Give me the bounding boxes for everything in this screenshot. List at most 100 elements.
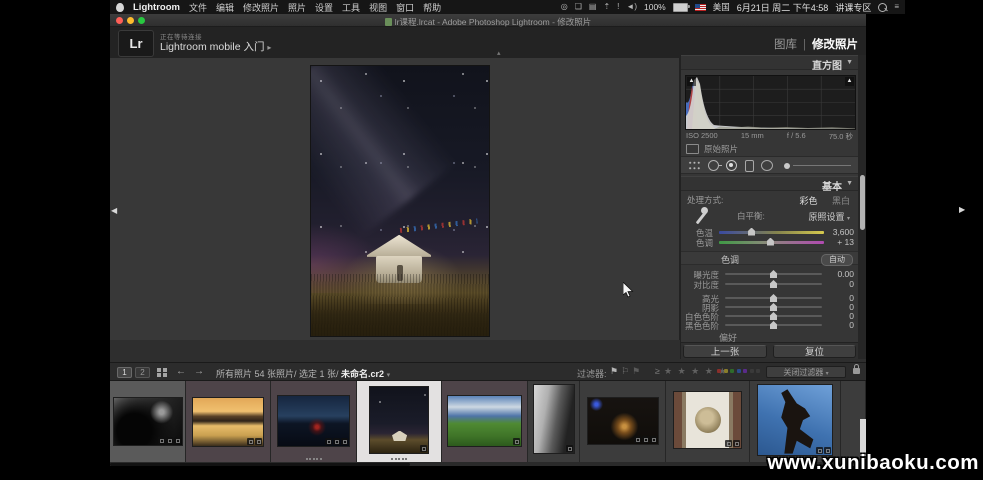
filmstrip-cell-7[interactable] <box>580 381 666 462</box>
histogram-panel-header[interactable]: 直方图 ▼ <box>681 55 858 70</box>
filmstrip-cell-5[interactable] <box>442 381 528 462</box>
color-label-none-1[interactable] <box>750 369 754 373</box>
treatment-bw-option[interactable]: 黑白 <box>832 196 850 206</box>
shadow-clipping-icon[interactable]: ▲ <box>687 77 696 86</box>
original-photo-row[interactable]: 原始照片 <box>686 143 738 155</box>
thumbnail-statue-silhouette[interactable] <box>758 385 832 455</box>
radial-filter-tool-icon[interactable] <box>761 160 773 171</box>
volume-icon[interactable]: ◄) <box>626 0 637 14</box>
upload-icon[interactable]: ⇡ <box>603 0 610 14</box>
previous-photo-arrow-icon[interactable]: ← <box>176 366 186 377</box>
histogram[interactable]: ▲ ▲ <box>685 75 856 130</box>
filmstrip-cell-3[interactable] <box>271 381 357 462</box>
left-panel-reveal-arrow[interactable]: ◀ <box>111 206 117 215</box>
module-develop[interactable]: 修改照片 <box>812 39 858 51</box>
module-library[interactable]: 图库 <box>774 39 797 51</box>
thumbnail-green-field[interactable] <box>448 396 521 446</box>
display-icon[interactable]: ▤ <box>589 0 597 14</box>
alert-icon[interactable]: ! <box>617 0 619 14</box>
status-icon-1[interactable]: ◎ <box>561 0 568 14</box>
thumbnail-dark-interior[interactable] <box>588 398 658 444</box>
highlight-clipping-icon[interactable]: ▲ <box>845 77 854 86</box>
filmstrip-cell-6[interactable] <box>528 381 580 462</box>
spot-removal-tool-icon[interactable] <box>708 160 719 171</box>
filmstrip-cell-9[interactable] <box>750 381 841 462</box>
filter-preset-dropdown[interactable]: 关闭过滤器 ▾ <box>766 366 846 378</box>
filmstrip-cell-2[interactable] <box>186 381 271 462</box>
grid-view-icon[interactable] <box>157 368 161 372</box>
color-label-red[interactable] <box>717 369 721 373</box>
apple-menu-icon[interactable] <box>116 3 124 12</box>
menu-file[interactable]: 文件 <box>189 1 207 14</box>
white-balance-preset[interactable]: 原照设置 ▾ <box>808 210 850 223</box>
temp-slider[interactable] <box>719 231 824 234</box>
flag-rejected-icon[interactable]: ⚑ <box>632 366 643 376</box>
menu-develop[interactable]: 修改照片 <box>243 1 279 14</box>
adjustment-brush-tool-icon[interactable] <box>784 163 790 169</box>
main-photo[interactable] <box>310 65 490 337</box>
flag-unflagged-icon[interactable]: ⚐ <box>621 366 632 376</box>
color-label-yellow[interactable] <box>724 369 728 373</box>
menu-tools[interactable]: 工具 <box>342 1 360 14</box>
menu-clock[interactable]: 6月21日 周二 下午4:58 <box>737 1 829 14</box>
right-panel-reveal-arrow[interactable]: ▶ <box>959 205 965 214</box>
color-label-purple[interactable] <box>743 369 747 373</box>
filmstrip-cell-1[interactable] <box>110 381 186 462</box>
right-panel-scrollbar-thumb[interactable] <box>860 175 865 230</box>
exposure-slider[interactable] <box>725 273 822 275</box>
highlights-slider[interactable] <box>725 297 822 299</box>
red-eye-tool-icon[interactable] <box>726 160 737 171</box>
thumbnail-bw-crowd[interactable] <box>114 398 182 445</box>
treatment-color-option[interactable]: 彩色 <box>799 196 817 206</box>
filmstrip-scrollbar[interactable] <box>110 462 866 466</box>
top-panel-collapse-icon[interactable]: ▴ <box>497 49 501 57</box>
contrast-slider[interactable] <box>725 283 822 285</box>
main-window-button[interactable]: 1 <box>117 367 132 378</box>
identity-plate[interactable]: Lightroom mobile 入门 ▸ <box>160 39 271 54</box>
color-label-none-2[interactable] <box>756 369 760 373</box>
crop-tool-icon[interactable] <box>688 160 701 171</box>
color-label-green[interactable] <box>730 369 734 373</box>
menu-help[interactable]: 帮助 <box>423 1 441 14</box>
color-label-blue[interactable] <box>737 369 741 373</box>
filmstrip-scrollbar-thumb[interactable] <box>110 463 410 466</box>
filter-lock-icon[interactable] <box>853 368 860 374</box>
share-zone-label[interactable]: 讲课专区 <box>835 1 871 14</box>
shadows-slider[interactable] <box>725 306 822 308</box>
menu-photo[interactable]: 照片 <box>288 1 306 14</box>
menu-settings[interactable]: 设置 <box>315 1 333 14</box>
reset-button[interactable]: 复位 <box>773 345 856 358</box>
menu-view[interactable]: 视图 <box>369 1 387 14</box>
input-source-label[interactable]: 美国 <box>713 1 730 13</box>
filmstrip-cell-selected[interactable] <box>357 381 442 462</box>
battery-icon[interactable] <box>673 3 688 12</box>
previous-button[interactable]: 上一张 <box>683 345 767 358</box>
menu-edit[interactable]: 编辑 <box>216 1 234 14</box>
thumbnail-night-cabin[interactable] <box>278 396 349 446</box>
auto-tone-button[interactable]: 自动 <box>821 254 853 266</box>
identity-play-icon[interactable]: ▸ <box>267 43 271 52</box>
filmstrip-cell-8[interactable] <box>666 381 750 462</box>
status-icon-2[interactable]: ❑ <box>575 0 582 14</box>
thumbnail-sunset-lake[interactable] <box>193 398 263 446</box>
flag-picked-icon[interactable]: ⚑ <box>610 366 621 376</box>
whites-slider[interactable] <box>725 315 822 317</box>
menu-window[interactable]: 窗口 <box>396 1 414 14</box>
histogram-collapse-icon[interactable]: ▼ <box>846 59 853 66</box>
graduated-filter-tool-icon[interactable] <box>745 160 754 172</box>
filmstrip-source-indicator[interactable]: 所有照片 54 张照片/ 选定 1 张/ 未命名.cr2 ▾ <box>216 367 390 380</box>
tint-slider[interactable] <box>719 241 824 244</box>
next-photo-arrow-icon[interactable]: → <box>194 366 204 377</box>
right-panel-scrollbar[interactable] <box>858 55 866 359</box>
menu-app-name[interactable]: Lightroom <box>133 2 180 13</box>
thumbnail-starry-yurt-selected[interactable] <box>370 387 428 453</box>
rating-operator[interactable]: ≥ <box>655 366 660 376</box>
input-flag-icon[interactable] <box>695 4 706 11</box>
spotlight-search-icon[interactable] <box>878 3 887 12</box>
thumbnail-bw-portrait[interactable] <box>534 385 574 453</box>
blacks-slider[interactable] <box>725 324 822 326</box>
thumbnail-lion-medallion[interactable] <box>674 392 741 448</box>
second-window-button[interactable]: 2 <box>135 367 150 378</box>
basic-panel-header[interactable]: 基本 ▼ <box>681 176 858 191</box>
basic-collapse-icon[interactable]: ▼ <box>846 180 853 187</box>
